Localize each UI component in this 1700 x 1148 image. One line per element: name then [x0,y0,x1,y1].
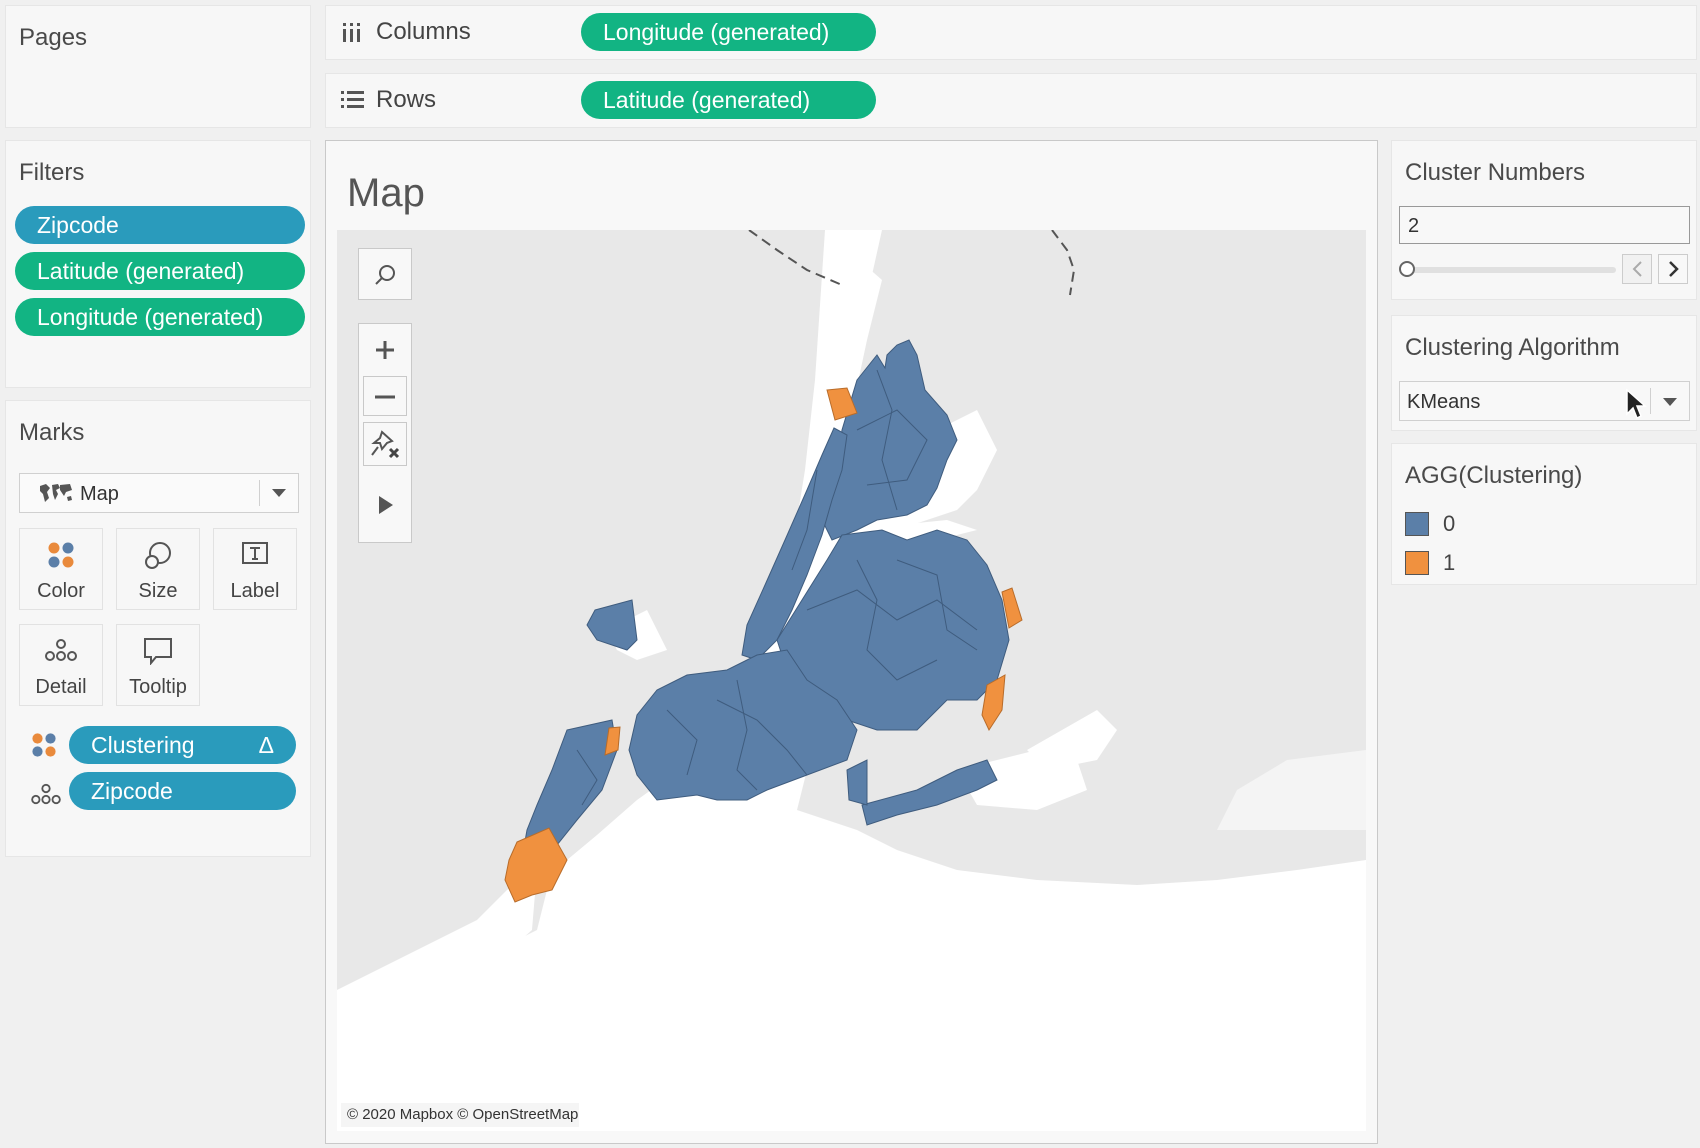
map-icon [40,484,72,502]
label-card[interactable]: Label [213,528,297,610]
play-icon [379,496,393,514]
marks-panel: Marks Map Color Size Label Detail Toolti… [5,400,311,857]
rows-label: Rows [376,86,437,113]
legend-item-0[interactable]: 0 [1399,510,1679,538]
mouse-cursor-icon [1626,388,1647,420]
map-view: Map © 2020 Mapbox © OpenStreetMap [325,140,1378,1144]
slider-prev-button[interactable] [1622,254,1652,284]
color-field-icon [32,733,56,757]
color-legend-panel: AGG(Clustering) 0 1 [1391,443,1697,585]
detail-card[interactable]: Detail [19,624,103,706]
legend-title: AGG(Clustering) [1405,462,1583,489]
filter-pill-latitude[interactable]: Latitude (generated) [15,252,305,290]
pages-panel: Pages [5,5,311,128]
zoom-out-button[interactable] [363,376,407,416]
rows-pill-latitude[interactable]: Latitude (generated) [581,81,876,119]
dropdown-divider [1650,388,1651,414]
filters-panel: Filters Zipcode Latitude (generated) Lon… [5,140,311,388]
zoom-in-button[interactable] [363,328,407,372]
size-card-label: Size [138,580,178,602]
marks-title: Marks [19,419,85,446]
cluster-numbers-slider-handle[interactable] [1399,261,1415,277]
columns-pill-longitude[interactable]: Longitude (generated) [581,13,876,51]
columns-shelf[interactable]: Columns Longitude (generated) [325,5,1697,60]
color-card-label: Color [37,580,85,602]
map-attribution: © 2020 Mapbox © OpenStreetMap [347,1106,579,1123]
chevron-down-icon [1663,398,1677,406]
map-zoom-controls [358,323,412,543]
legend-label-0: 0 [1443,511,1456,536]
unpin-icon [371,430,400,459]
color-icon [48,542,74,568]
columns-label: Columns [376,18,471,45]
minus-icon [375,395,395,399]
label-card-label: Label [230,580,280,602]
cluster-numbers-title: Cluster Numbers [1405,159,1586,186]
cluster-numbers-value: 2 [1408,215,1420,237]
tooltip-card[interactable]: Tooltip [116,624,200,706]
color-card[interactable]: Color [19,528,103,610]
cluster-numbers-input[interactable]: 2 [1399,206,1690,244]
unpin-button[interactable] [363,422,407,466]
chevron-down-icon [272,489,286,497]
mark-type-value: Map [80,483,119,505]
slider-next-button[interactable] [1658,254,1688,284]
search-icon [375,265,395,285]
tooltip-icon [144,638,172,665]
plus-icon [376,341,394,359]
legend-label-1: 1 [1443,550,1456,575]
legend-item-1[interactable]: 1 [1399,549,1679,577]
clustering-algorithm-panel: Clustering Algorithm KMeans [1391,315,1697,431]
chevron-right-icon [1669,261,1679,277]
map-canvas[interactable] [337,230,1366,1131]
dropdown-divider [259,480,260,506]
cluster-numbers-slider-track[interactable] [1406,267,1616,273]
rows-shelf[interactable]: Rows Latitude (generated) [325,73,1697,128]
chevron-left-icon [1632,261,1642,277]
algorithm-value: KMeans [1407,391,1481,413]
marks-field-zipcode[interactable]: Zipcode [69,772,296,810]
delta-icon: Δ [258,732,274,758]
columns-icon [343,23,360,42]
size-card[interactable]: Size [116,528,200,610]
map-search-control[interactable] [358,248,412,300]
clustering-field-label: Clustering [91,732,195,758]
clustering-algorithm-title: Clustering Algorithm [1405,334,1620,361]
detail-icon [45,639,77,661]
view-title: Map [347,171,425,215]
marks-field-clustering[interactable]: Clustering Δ [69,726,296,764]
detail-field-icon [31,783,61,805]
size-icon [145,542,171,569]
legend-swatch-0 [1405,512,1429,536]
filter-pill-zipcode[interactable]: Zipcode [15,206,305,244]
filters-title: Filters [19,159,85,186]
play-button[interactable] [363,474,407,534]
label-icon [242,542,268,564]
rows-icon [341,91,364,108]
legend-swatch-1 [1405,551,1429,575]
cluster-numbers-panel: Cluster Numbers 2 [1391,140,1697,300]
mark-type-dropdown[interactable]: Map [19,473,299,513]
tooltip-card-label: Tooltip [129,676,187,698]
pages-title: Pages [19,24,88,51]
filter-pill-longitude[interactable]: Longitude (generated) [15,298,305,336]
detail-card-label: Detail [35,676,87,698]
